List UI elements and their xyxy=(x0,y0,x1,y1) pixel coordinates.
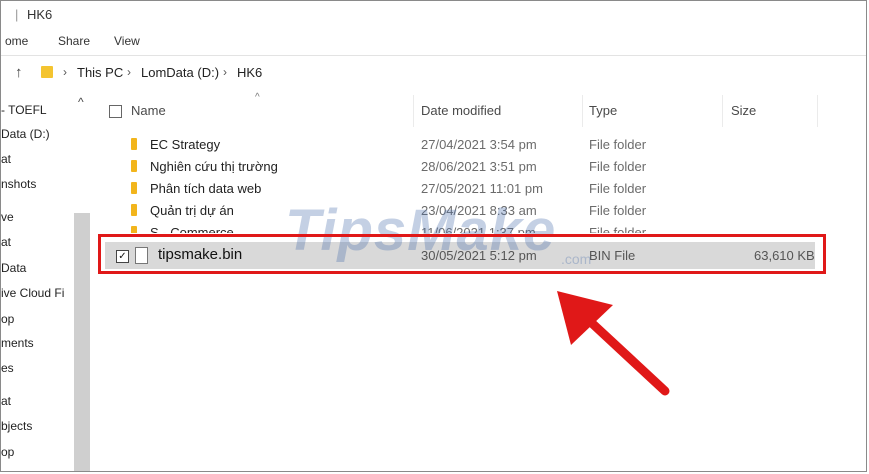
file-type: File folder xyxy=(589,225,647,233)
file-date: 28/06/2021 3:51 pm xyxy=(421,159,537,174)
column-type[interactable]: Type xyxy=(589,103,617,118)
file-name: Nghiên cứu thị trường xyxy=(150,159,278,174)
title-bar: | HK6 xyxy=(1,1,866,27)
file-date: 27/05/2021 11:01 pm xyxy=(421,181,543,196)
chevron-right-icon: › xyxy=(63,65,67,79)
nav-item[interactable]: Data xyxy=(1,261,26,275)
nav-item[interactable]: ive Cloud Fi xyxy=(1,286,64,300)
scroll-up-icon[interactable]: ^ xyxy=(78,95,84,109)
chevron-right-icon: › xyxy=(127,65,131,79)
folder-icon xyxy=(131,138,137,150)
red-arrow-icon xyxy=(557,291,670,396)
breadcrumb-drive[interactable]: LomData (D:) xyxy=(141,65,219,80)
nav-item[interactable]: bjects xyxy=(1,419,32,433)
file-type: File folder xyxy=(589,181,647,196)
nav-item[interactable]: es xyxy=(1,361,14,375)
tab-view[interactable]: View xyxy=(114,34,140,48)
folder-icon xyxy=(131,160,137,172)
select-all-checkbox[interactable] xyxy=(109,105,122,118)
tab-home[interactable]: ome xyxy=(5,34,28,48)
column-divider[interactable] xyxy=(413,95,414,127)
nav-item[interactable]: ments xyxy=(1,336,34,350)
column-header-row: ^ Name Date modified Type Size xyxy=(97,92,826,127)
column-size[interactable]: Size xyxy=(731,103,756,118)
nav-item[interactable]: at xyxy=(1,394,11,408)
column-divider[interactable] xyxy=(582,95,583,127)
nav-item[interactable]: - TOEFL xyxy=(1,103,47,117)
nav-item[interactable]: at xyxy=(1,235,11,249)
nav-item[interactable]: op xyxy=(1,445,14,459)
nav-item[interactable]: at xyxy=(1,152,11,166)
chevron-right-icon: › xyxy=(223,65,227,79)
address-bar[interactable]: ↑ › This PC › LomData (D:) › HK6 xyxy=(1,55,866,89)
column-divider[interactable] xyxy=(817,95,818,127)
list-item[interactable]: Phân tích data web 27/05/2021 11:01 pm F… xyxy=(97,177,817,199)
file-name: Phân tích data web xyxy=(150,181,262,196)
navigation-pane: ^ - TOEFL Data (D:) at nshots ve at Data… xyxy=(1,95,91,471)
nav-item[interactable]: ve xyxy=(1,210,14,224)
nav-item[interactable]: nshots xyxy=(1,177,36,191)
file-type: File folder xyxy=(589,203,647,218)
nav-scrollbar[interactable] xyxy=(74,213,90,471)
folder-icon xyxy=(131,182,137,194)
folder-icon xyxy=(131,204,137,216)
nav-item[interactable]: Data (D:) xyxy=(1,127,50,141)
nav-item[interactable]: op xyxy=(1,312,14,326)
column-divider[interactable] xyxy=(722,95,723,127)
highlight-box xyxy=(98,234,826,274)
list-item[interactable]: EC Strategy 27/04/2021 3:54 pm File fold… xyxy=(97,133,817,155)
file-name: Quản trị dự án xyxy=(150,203,234,218)
file-name: S - Commerce xyxy=(150,225,234,233)
list-item[interactable]: Nghiên cứu thị trường 28/06/2021 3:51 pm… xyxy=(97,155,817,177)
column-name[interactable]: Name xyxy=(131,103,166,118)
window-title: HK6 xyxy=(27,7,53,22)
up-arrow-icon[interactable]: ↑ xyxy=(15,64,23,81)
file-explorer-window: | HK6 ome Share View ↑ › This PC › LomDa… xyxy=(0,0,867,472)
folder-icon xyxy=(41,66,53,78)
file-date: 27/04/2021 3:54 pm xyxy=(421,137,537,152)
tab-share[interactable]: Share xyxy=(58,34,90,48)
file-type: File folder xyxy=(589,159,647,174)
sort-ascending-icon: ^ xyxy=(255,92,260,103)
breadcrumb-hk6[interactable]: HK6 xyxy=(237,65,262,80)
folder-icon xyxy=(131,226,137,233)
file-name: EC Strategy xyxy=(150,137,221,152)
ribbon-tabs: ome Share View xyxy=(1,27,866,56)
column-date-modified[interactable]: Date modified xyxy=(421,103,501,118)
file-type: File folder xyxy=(589,137,647,152)
title-separator: | xyxy=(15,7,19,22)
breadcrumb-this-pc[interactable]: This PC xyxy=(77,65,123,80)
